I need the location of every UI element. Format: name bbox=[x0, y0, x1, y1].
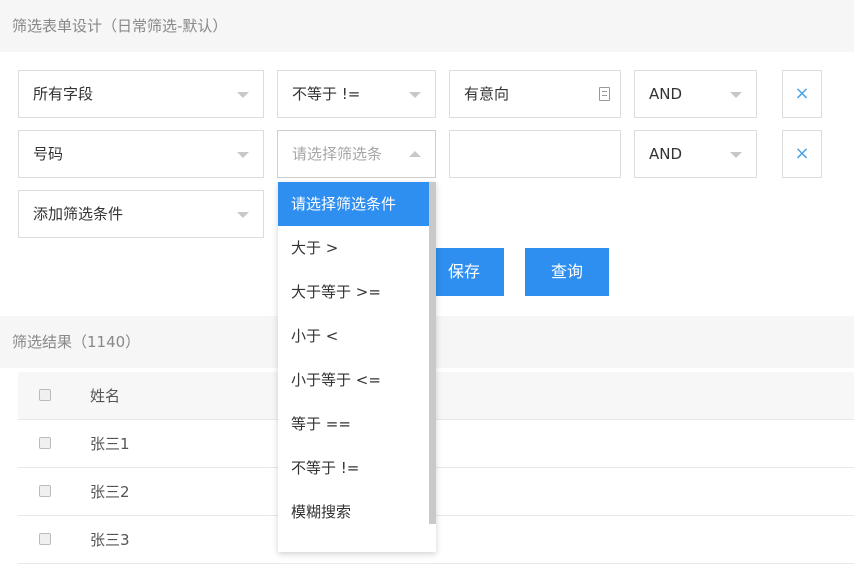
row-checkbox[interactable] bbox=[39, 485, 51, 497]
dropdown-option[interactable]: 请选择筛选条件 bbox=[278, 182, 436, 226]
result-table: 姓名 码 张三1 312341234 张三2 312341235 张三3 312… bbox=[18, 372, 854, 564]
dropdown-option[interactable]: 等于 == bbox=[278, 402, 436, 446]
condition-2-field-select[interactable]: 号码 bbox=[18, 130, 264, 178]
cell-name: 张三3 bbox=[90, 531, 130, 549]
chevron-down-icon bbox=[237, 212, 249, 218]
query-button[interactable]: 查询 bbox=[525, 248, 609, 296]
cell-name: 张三2 bbox=[90, 483, 130, 501]
condition-2-operator-select[interactable]: 请选择筛选条 bbox=[277, 130, 436, 178]
dropdown-option[interactable]: 小于等于 <= bbox=[278, 358, 436, 402]
calendar-icon[interactable] bbox=[599, 87, 610, 101]
condition-1-field-value: 所有字段 bbox=[33, 85, 94, 103]
dropdown-option[interactable]: 不等于 != bbox=[278, 446, 436, 490]
table-row: 张三1 312341234 bbox=[18, 420, 854, 468]
chevron-down-icon bbox=[730, 152, 742, 158]
condition-2-logic-value: AND bbox=[649, 145, 683, 163]
chevron-down-icon bbox=[730, 92, 742, 98]
dropdown-option[interactable]: 大于 > bbox=[278, 226, 436, 270]
condition-1-logic-select[interactable]: AND bbox=[634, 70, 757, 118]
condition-1-logic-value: AND bbox=[649, 85, 683, 103]
column-header-name: 姓名 bbox=[90, 387, 121, 405]
condition-1-value-text: 有意向 bbox=[464, 85, 510, 103]
dropdown-scrollbar[interactable] bbox=[429, 182, 436, 524]
dropdown-option[interactable]: 大于等于 >= bbox=[278, 270, 436, 314]
condition-1-operator-value: 不等于 != bbox=[292, 85, 361, 103]
chevron-down-icon bbox=[409, 92, 421, 98]
row-checkbox[interactable] bbox=[39, 437, 51, 449]
table-header-row: 姓名 码 bbox=[18, 372, 854, 420]
condition-2-operator-placeholder: 请选择筛选条 bbox=[292, 145, 383, 163]
close-icon: × bbox=[794, 143, 810, 164]
condition-1-field-select[interactable]: 所有字段 bbox=[18, 70, 264, 118]
add-condition-label: 添加筛选条件 bbox=[33, 205, 124, 223]
condition-1-value-input[interactable]: 有意向 bbox=[449, 70, 621, 118]
condition-2-delete-button[interactable]: × bbox=[782, 130, 822, 178]
dropdown-option[interactable]: 模糊搜索 bbox=[278, 490, 436, 534]
condition-2-value-input[interactable] bbox=[449, 130, 621, 178]
table-row: 张三3 312341236 bbox=[18, 516, 854, 564]
cell-name: 张三1 bbox=[90, 435, 130, 453]
condition-2-logic-select[interactable]: AND bbox=[634, 130, 757, 178]
form-section-title: 筛选表单设计（日常筛选-默认） bbox=[0, 0, 854, 52]
close-icon: × bbox=[794, 83, 810, 104]
chevron-down-icon bbox=[237, 92, 249, 98]
condition-1-operator-select[interactable]: 不等于 != bbox=[277, 70, 436, 118]
operator-dropdown-menu: 请选择筛选条件 大于 > 大于等于 >= 小于 < 小于等于 <= 等于 == … bbox=[278, 182, 436, 552]
chevron-down-icon bbox=[237, 152, 249, 158]
condition-2-field-value: 号码 bbox=[33, 145, 64, 163]
table-row: 张三2 312341235 bbox=[18, 468, 854, 516]
row-checkbox[interactable] bbox=[39, 533, 51, 545]
select-all-checkbox[interactable] bbox=[39, 389, 51, 401]
condition-1-delete-button[interactable]: × bbox=[782, 70, 822, 118]
save-button[interactable]: 保存 bbox=[424, 248, 504, 296]
chevron-up-icon bbox=[409, 151, 421, 157]
add-condition-select[interactable]: 添加筛选条件 bbox=[18, 190, 264, 238]
dropdown-option[interactable]: 小于 < bbox=[278, 314, 436, 358]
